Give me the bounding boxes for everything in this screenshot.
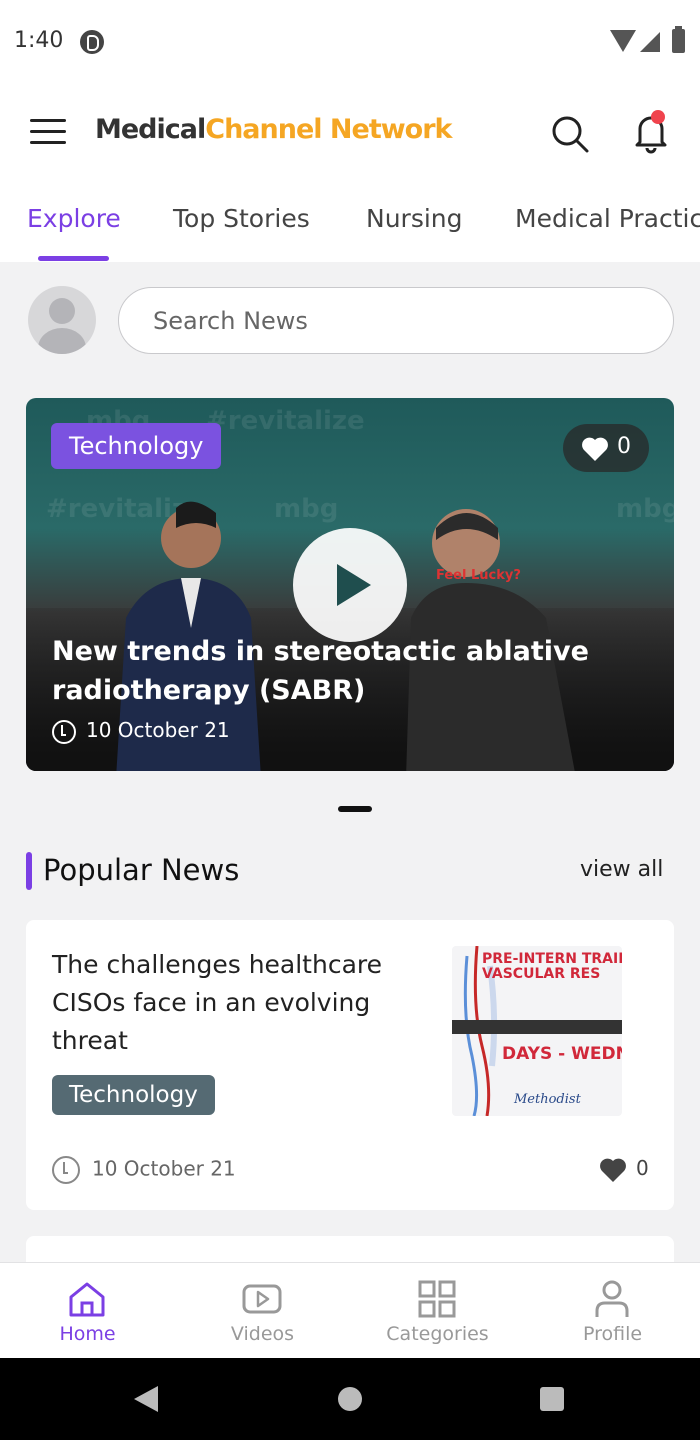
categories-icon [418, 1280, 456, 1318]
thumb-band [452, 1020, 622, 1034]
news-date: 10 October 21 [52, 1156, 236, 1184]
status-time: 1:40 [14, 28, 64, 53]
video-icon [242, 1284, 282, 1314]
view-all-link[interactable]: view all [580, 857, 663, 882]
home-icon [69, 1282, 105, 1317]
battery-icon [672, 26, 685, 53]
featured-date: 10 October 21 [52, 718, 230, 744]
watermark-text: mbg [274, 494, 339, 524]
wifi-icon [610, 30, 636, 52]
news-thumbnail: PRE-INTERN TRAIN VASCULAR RES DAYS - WEDN… [452, 946, 622, 1116]
thumb-line3: DAYS - WEDN [502, 1044, 622, 1064]
carousel-indicator [338, 806, 372, 812]
featured-like-button[interactable]: 0 [563, 424, 649, 472]
notification-bell-icon[interactable] [630, 110, 672, 154]
nav-categories[interactable]: Categories [350, 1263, 525, 1359]
watermark-text: mbg [616, 494, 674, 524]
nav-profile-label: Profile [582, 1323, 643, 1345]
thumb-line1: PRE-INTERN TRAIN VASCULAR RES [482, 951, 622, 982]
news-like-button[interactable]: 0 [598, 1156, 649, 1183]
nav-videos-label: Videos [230, 1323, 295, 1345]
popular-news-heading: Popular News [43, 853, 240, 887]
news-card[interactable]: The challenges healthcare CISOs face in … [26, 920, 674, 1210]
watermark-text: #revitalize [206, 406, 365, 436]
brand-part1: Medical [95, 114, 206, 145]
tab-explore[interactable]: Explore [27, 204, 121, 233]
featured-video-card[interactable]: mbg #revitalize #revitalize mbg mbg Feel… [26, 398, 674, 771]
news-like-count: 0 [636, 1156, 649, 1180]
tab-top-stories[interactable]: Top Stories [173, 204, 310, 233]
brand-logo: MedicalChannel Network [95, 114, 453, 145]
app-notification-icon [80, 30, 104, 54]
search-icon[interactable] [550, 114, 590, 154]
speaker-right-figure [406, 509, 575, 771]
clock-icon [52, 719, 76, 744]
app-header: MedicalChannel Network [0, 84, 700, 184]
nav-home[interactable]: Home [0, 1263, 175, 1359]
user-avatar[interactable] [28, 286, 96, 354]
featured-date-text: 10 October 21 [86, 718, 230, 742]
tab-nursing[interactable]: Nursing [366, 204, 463, 233]
brand-part2: Channel Network [205, 114, 452, 145]
shirt-print-text: Feel Lucky? [436, 568, 521, 583]
nav-videos[interactable]: Videos [175, 1263, 350, 1359]
tab-medical-practice[interactable]: Medical Practic [515, 204, 700, 233]
profile-icon [595, 1280, 629, 1317]
featured-category-badge[interactable]: Technology [51, 423, 222, 469]
back-icon[interactable] [134, 1386, 158, 1412]
nav-categories-label: Categories [386, 1323, 489, 1345]
bottom-navigation: Home Videos Categories Profile [0, 1262, 700, 1358]
heart-icon [600, 1158, 626, 1182]
nav-profile[interactable]: Profile [525, 1263, 700, 1359]
signal-icon [640, 32, 660, 52]
search-news-input[interactable] [118, 287, 674, 354]
system-navigation-bar [0, 1358, 700, 1440]
featured-like-count: 0 [617, 434, 631, 459]
heart-icon [582, 437, 608, 461]
recent-apps-icon[interactable] [540, 1387, 564, 1411]
clock-icon [52, 1156, 80, 1184]
news-date-text: 10 October 21 [92, 1156, 236, 1181]
news-category-badge[interactable]: Technology [52, 1075, 215, 1115]
nav-home-label: Home [59, 1323, 116, 1345]
menu-icon[interactable] [30, 119, 66, 145]
play-button[interactable] [293, 528, 407, 642]
status-bar: 1:40 [0, 0, 700, 84]
notification-dot [651, 110, 665, 124]
featured-title: New trends in stereotactic ablative radi… [52, 636, 589, 706]
section-accent-bar [26, 852, 32, 890]
home-circle-icon[interactable] [338, 1387, 362, 1411]
tab-active-indicator [38, 256, 109, 261]
news-title: The challenges healthcare CISOs face in … [52, 950, 383, 1055]
category-tabs: Explore Top Stories Nursing Medical Prac… [0, 184, 700, 262]
thumb-logo-text: Methodist [514, 1092, 581, 1107]
